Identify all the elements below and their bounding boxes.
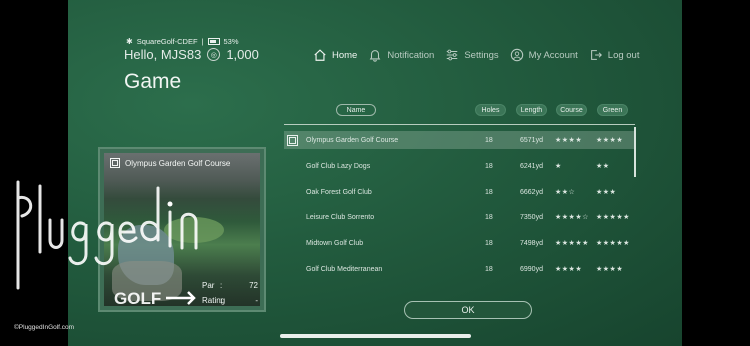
copyright-text: ©PluggedInGolf.com bbox=[14, 324, 75, 331]
battery-level: 53% bbox=[223, 37, 239, 46]
course-rating: ★★☆ bbox=[555, 189, 576, 196]
home-icon bbox=[314, 49, 326, 61]
course-holes: 18 bbox=[485, 162, 493, 170]
course-rating: ★★★★☆ bbox=[555, 214, 589, 221]
nav-my-account[interactable]: My Account bbox=[510, 48, 578, 62]
par-value: 72 bbox=[249, 281, 258, 290]
nav-settings[interactable]: Settings bbox=[445, 48, 499, 62]
nav-log-out-label: Log out bbox=[607, 49, 640, 61]
course-rating: ★★★★★ bbox=[555, 240, 589, 247]
course-name: Golf Club Mediterranean bbox=[306, 265, 383, 273]
home-indicator[interactable] bbox=[280, 334, 471, 338]
sliders-icon bbox=[447, 49, 458, 61]
pluggedin-golf-logo: GOLF bbox=[16, 180, 198, 308]
course-row[interactable]: Golf Club Lazy Dogs 18 6241yd ★ ★★ bbox=[284, 157, 635, 175]
ok-button[interactable]: OK bbox=[404, 301, 532, 319]
user-greeting: Hello, MJS83 ◎ 1,000 bbox=[124, 47, 259, 62]
greeting-text: Hello, MJS83 bbox=[124, 47, 202, 62]
nav-home-label: Home bbox=[332, 49, 358, 61]
list-scrollbar[interactable] bbox=[634, 127, 636, 177]
top-nav: Home Notification Settings My Account Lo… bbox=[313, 48, 650, 62]
rating-value: - bbox=[255, 296, 258, 305]
course-length: 7350yd bbox=[520, 213, 543, 221]
course-row[interactable]: Golf Club Mediterranean 18 6990yd ★★★★ ★… bbox=[284, 260, 635, 278]
course-length: 6662yd bbox=[520, 188, 543, 196]
nav-my-account-label: My Account bbox=[528, 49, 578, 61]
course-length: 6990yd bbox=[520, 265, 543, 273]
course-icon bbox=[287, 134, 298, 146]
course-holes: 18 bbox=[485, 265, 493, 273]
course-row[interactable]: Oak Forest Golf Club 18 6662yd ★★☆ ★★★ bbox=[284, 183, 635, 201]
nav-notification[interactable]: Notification bbox=[368, 48, 434, 62]
course-length: 6571yd bbox=[520, 136, 543, 144]
green-rating: ★★★★★ bbox=[596, 240, 630, 247]
column-header-name[interactable]: Name bbox=[336, 104, 376, 116]
nav-settings-label: Settings bbox=[464, 49, 499, 61]
page-title: Game bbox=[124, 70, 182, 93]
column-header-length[interactable]: Length bbox=[516, 104, 547, 116]
course-icon bbox=[110, 158, 120, 168]
bell-icon bbox=[369, 50, 381, 62]
green-rating: ★★★★ bbox=[596, 266, 624, 273]
course-length: 6241yd bbox=[520, 162, 543, 170]
course-name: Olympus Garden Golf Course bbox=[306, 136, 399, 144]
coin-icon: ◎ bbox=[207, 48, 221, 61]
course-name: Golf Club Lazy Dogs bbox=[306, 162, 371, 170]
course-row[interactable]: Leisure Club Sorrento 18 7350yd ★★★★☆ ★★… bbox=[284, 208, 635, 226]
course-name: Oak Forest Golf Club bbox=[306, 188, 372, 196]
nav-log-out[interactable]: Log out bbox=[589, 48, 640, 62]
letterbox-right bbox=[682, 0, 750, 346]
coin-balance: 1,000 bbox=[226, 47, 259, 62]
course-row[interactable]: Olympus Garden Golf Course 18 6571yd ★★★… bbox=[284, 131, 635, 149]
course-length: 7498yd bbox=[520, 239, 543, 247]
course-name: Midtown Golf Club bbox=[306, 239, 364, 247]
green-rating: ★★★★ bbox=[596, 137, 624, 144]
column-header-course[interactable]: Course bbox=[556, 104, 587, 116]
nav-home[interactable]: Home bbox=[313, 48, 357, 62]
preview-title: Olympus Garden Golf Course bbox=[110, 158, 230, 168]
preview-course-name: Olympus Garden Golf Course bbox=[125, 158, 231, 168]
course-holes: 18 bbox=[485, 213, 493, 221]
course-holes: 18 bbox=[485, 136, 493, 144]
column-header-green[interactable]: Green bbox=[597, 104, 628, 116]
course-row[interactable]: Midtown Golf Club 18 7498yd ★★★★★ ★★★★★ bbox=[284, 234, 635, 252]
green-rating: ★★★★★ bbox=[596, 214, 630, 221]
green-rating: ★★ bbox=[596, 163, 610, 170]
logout-icon bbox=[590, 50, 602, 60]
device-status: ✱ SquareGolf-CDEF | 53% bbox=[126, 37, 239, 46]
course-rating: ★★★★ bbox=[555, 266, 583, 273]
user-icon bbox=[510, 48, 523, 62]
nav-notification-label: Notification bbox=[387, 49, 435, 61]
svg-text:GOLF: GOLF bbox=[114, 289, 161, 308]
course-rating: ★ bbox=[555, 163, 562, 170]
course-rating: ★★★★ bbox=[555, 137, 583, 144]
course-holes: 18 bbox=[485, 188, 493, 196]
course-holes: 18 bbox=[485, 239, 493, 247]
device-name: SquareGolf-CDEF bbox=[136, 37, 198, 46]
battery-icon bbox=[207, 38, 220, 45]
course-name: Leisure Club Sorrento bbox=[306, 213, 375, 221]
bluetooth-icon: ✱ bbox=[126, 37, 133, 46]
column-header-holes[interactable]: Holes bbox=[475, 104, 506, 116]
header-divider bbox=[284, 124, 635, 125]
green-rating: ★★★ bbox=[596, 189, 617, 196]
